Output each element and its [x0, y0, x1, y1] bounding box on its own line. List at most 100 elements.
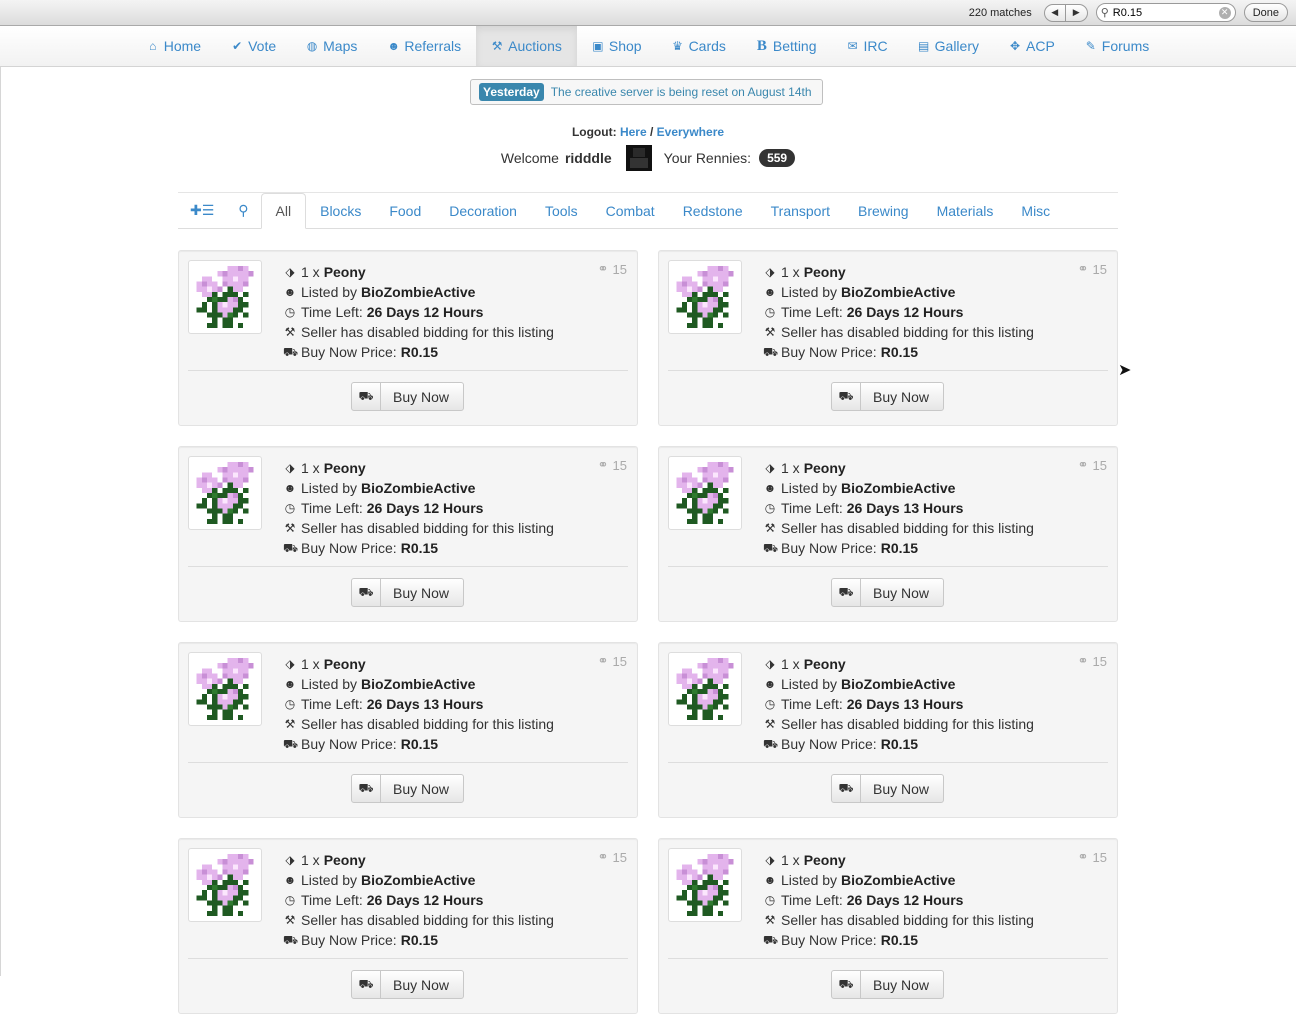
item-name: Peony [803, 852, 846, 868]
item-thumbnail[interactable] [188, 260, 262, 334]
comment-icon: ✎ [1085, 39, 1096, 53]
nav-item-label: ACP [1026, 38, 1055, 54]
item-quantity: 1 x [781, 656, 800, 672]
buy-now-button[interactable]: ⛟ Buy Now [351, 970, 465, 999]
time-left-label: Time Left: [781, 892, 843, 908]
announcement-banner: Yesterday The creative server is being r… [470, 79, 823, 105]
time-left-label: Time Left: [781, 500, 843, 516]
tags-icon: ⬗ [285, 657, 295, 671]
gavel-icon: ⚒ [284, 717, 296, 731]
nav-item-referrals[interactable]: ☻ Referrals [372, 26, 476, 66]
gavel-icon: ⚒ [284, 521, 296, 535]
card-divider [668, 958, 1108, 959]
nav-item-betting[interactable]: B Betting [741, 26, 832, 66]
item-thumbnail[interactable] [188, 652, 262, 726]
listed-by-label: Listed by [781, 284, 838, 300]
bid-count-value: 15 [612, 653, 627, 669]
card-divider [188, 370, 628, 371]
search-icon[interactable]: ⚲ [226, 193, 260, 228]
buy-now-button[interactable]: ⛟ Buy Now [831, 578, 945, 607]
tab-transport[interactable]: Transport [757, 193, 844, 228]
buy-now-button[interactable]: ⛟ Buy Now [831, 970, 945, 999]
buy-now-button[interactable]: ⛟ Buy Now [351, 578, 465, 607]
nav-item-label: Referrals [404, 38, 462, 54]
cart-icon: ⛟ [832, 383, 861, 410]
nav-item-gallery[interactable]: ▤ Gallery [903, 26, 994, 66]
price-label: Buy Now Price: [301, 932, 397, 948]
nav-item-cards[interactable]: ♛ Cards [657, 26, 741, 66]
next-match-button[interactable]: ▶ [1066, 5, 1087, 21]
match-navigation: ◀ ▶ [1043, 3, 1088, 22]
trophy-icon: ♛ [672, 39, 683, 53]
buy-now-label: Buy Now [393, 388, 450, 405]
tab-tools[interactable]: Tools [531, 193, 592, 228]
previous-match-button[interactable]: ◀ [1045, 4, 1066, 21]
seller-name: BioZombieActive [361, 480, 476, 496]
gavel-icon: ⚒ [764, 325, 776, 339]
comments-icon: ✉ [847, 39, 858, 53]
tab-misc[interactable]: Misc [1007, 193, 1064, 228]
listing-card: ⚭ 15 ⬗ 1 x Peony ☻ Listed by BioZombieActive ◷ Ti… [178, 642, 638, 818]
nav-item-forums[interactable]: ✎ Forums [1070, 26, 1164, 66]
tab-brewing[interactable]: Brewing [844, 193, 923, 228]
listed-by-label: Listed by [781, 676, 838, 692]
logout-line: Logout: Here / Everywhere [0, 125, 1296, 139]
nav-item-acp[interactable]: ✥ ACP [994, 26, 1070, 66]
item-thumbnail[interactable] [188, 848, 262, 922]
price-label: Buy Now Price: [781, 932, 877, 948]
bidding-note: Seller has disabled bidding for this lis… [781, 324, 1034, 340]
tab-decoration[interactable]: Decoration [435, 193, 531, 228]
buy-now-button[interactable]: ⛟ Buy Now [831, 774, 945, 803]
nav-item-vote[interactable]: ✔ Vote [216, 26, 291, 66]
browser-find-bar: 220 matches ◀ ▶ ⚲ ✕ Done [0, 0, 1296, 26]
listing-info: ⬗ 1 x Peony ☻ Listed by BioZombieActive ◷ Time … [763, 458, 1083, 558]
nav-item-shop[interactable]: ▣ Shop [577, 26, 657, 66]
logout-everywhere-link[interactable]: Everywhere [657, 125, 724, 139]
welcome-label: Welcome [500, 150, 559, 166]
tab-blocks[interactable]: Blocks [306, 193, 375, 228]
nav-item-auctions[interactable]: ⚒ Auctions [476, 26, 577, 66]
nav-item-maps[interactable]: ◍ Maps [291, 26, 372, 66]
item-name: Peony [803, 656, 846, 672]
tab-food[interactable]: Food [375, 193, 435, 228]
find-input[interactable] [1112, 6, 1209, 19]
item-thumbnail[interactable] [668, 456, 742, 530]
cart-icon: ⛟ [763, 737, 779, 751]
nav-item-home[interactable]: ⌂ Home [132, 26, 216, 66]
logout-here-link[interactable]: Here [620, 125, 647, 139]
item-thumbnail[interactable] [668, 652, 742, 726]
item-thumbnail[interactable] [188, 456, 262, 530]
item-quantity: 1 x [781, 852, 800, 868]
tags-icon: ⬗ [765, 657, 775, 671]
tab-combat[interactable]: Combat [592, 193, 669, 228]
gavel-icon: ⚒ [764, 717, 776, 731]
add-listing-icon[interactable]: ✚☰ [178, 193, 226, 228]
seller-name: BioZombieActive [841, 284, 956, 300]
item-thumbnail[interactable] [668, 260, 742, 334]
price-value: R0.15 [880, 932, 919, 948]
window-edge [0, 67, 1, 976]
cart-icon: ⛟ [352, 579, 381, 606]
done-button[interactable]: Done [1243, 3, 1288, 22]
nav-item-irc[interactable]: ✉ IRC [832, 26, 903, 66]
clear-search-icon[interactable]: ✕ [1218, 6, 1231, 19]
clock-icon: ◷ [284, 697, 296, 711]
buy-now-button[interactable]: ⛟ Buy Now [831, 382, 945, 411]
clock-icon: ◷ [764, 893, 776, 907]
time-left-value: 26 Days 13 Hours [846, 696, 964, 712]
cart-icon: ⛟ [283, 345, 299, 359]
buy-now-button[interactable]: ⛟ Buy Now [351, 382, 465, 411]
price-value: R0.15 [400, 932, 439, 948]
user-icon: ☻ [763, 285, 777, 299]
buy-now-label: Buy Now [873, 388, 930, 405]
tab-redstone[interactable]: Redstone [669, 193, 757, 228]
buy-now-button[interactable]: ⛟ Buy Now [351, 774, 465, 803]
nav-item-label: Gallery [934, 38, 979, 54]
tab-materials[interactable]: Materials [923, 193, 1008, 228]
listing-info: ⬗ 1 x Peony ☻ Listed by BioZombieActive ◷ Time … [283, 654, 603, 754]
listing-info: ⬗ 1 x Peony ☻ Listed by BioZombieActive ◷ Time … [763, 262, 1083, 362]
find-search-box[interactable]: ⚲ ✕ [1095, 3, 1236, 22]
item-thumbnail[interactable] [668, 848, 742, 922]
tab-all[interactable]: All [260, 193, 307, 229]
time-left-label: Time Left: [301, 304, 363, 320]
